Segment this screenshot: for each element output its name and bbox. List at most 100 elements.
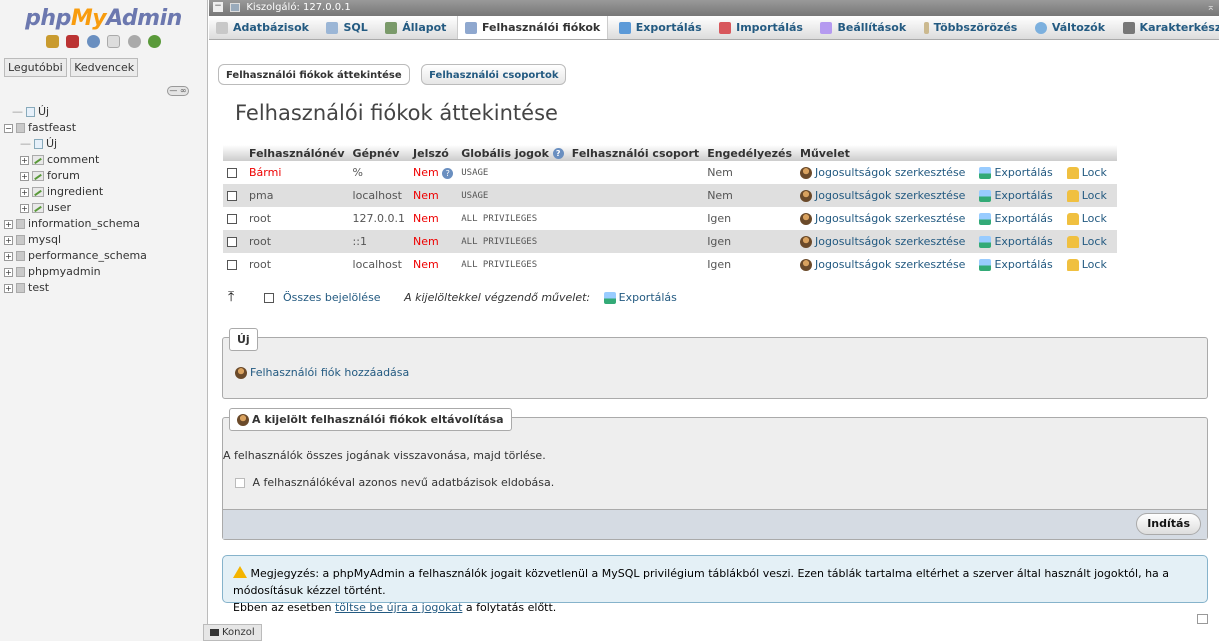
variables-icon [1034, 22, 1047, 34]
tree-item-test[interactable]: + test [0, 280, 208, 296]
expand-icon[interactable]: + [4, 283, 13, 293]
server-breadcrumb[interactable]: Kiszolgáló: 127.0.0.1 [246, 2, 350, 13]
check-all-label[interactable]: Összes bejelölése [283, 291, 381, 304]
export-link[interactable]: Exportálás [975, 253, 1063, 276]
privileges-cell: ALL PRIVILEGES [457, 207, 568, 230]
password-cell: Nem [409, 230, 458, 253]
edit-privileges-link[interactable]: Jogosultságok szerkesztése [796, 161, 976, 184]
menu-variables[interactable]: Változók [1028, 16, 1112, 39]
menu-status[interactable]: Állapot [378, 16, 453, 39]
console-bar[interactable]: Konzol [203, 624, 262, 641]
menu-user-accounts[interactable]: Felhasználói fiókok [456, 16, 609, 39]
lock-link[interactable]: Lock [1062, 207, 1117, 230]
tree-item-performance-schema[interactable]: + performance_schema [0, 248, 208, 264]
lock-icon [1066, 167, 1079, 179]
tree-item-information-schema[interactable]: + information_schema [0, 216, 208, 232]
export-link[interactable]: Exportálás [975, 230, 1063, 253]
database-icon [16, 123, 25, 133]
table-row: root localhost Nem ALL PRIVILEGES Igen J… [223, 253, 1117, 276]
group-cell [567, 253, 704, 276]
tree-item-phpmyadmin[interactable]: + phpmyadmin [0, 264, 208, 280]
row-checkbox[interactable] [227, 237, 237, 247]
logout-icon[interactable] [66, 34, 80, 48]
expand-icon[interactable]: + [4, 219, 13, 229]
with-selected-bar: ⤒ Összes bejelölése A kijelöltekkel végz… [228, 289, 677, 305]
export-link[interactable]: Exportálás [975, 161, 1063, 184]
export-selected-button[interactable]: Exportálás [603, 291, 677, 304]
drop-db-checkbox[interactable] [235, 478, 245, 488]
tree-item-ingredient[interactable]: + ingredient [0, 184, 208, 200]
docs-icon[interactable] [107, 34, 121, 48]
col-host[interactable]: Gépnév [348, 145, 410, 161]
tree-item-fastfeast[interactable]: − fastfeast [0, 120, 208, 136]
expand-icon[interactable]: + [20, 171, 29, 181]
reload-icon[interactable] [148, 34, 162, 48]
export-link[interactable]: Exportálás [975, 184, 1063, 207]
export-icon [979, 236, 992, 248]
user-accounts-table: Felhasználónév Gépnév Jelszó Globális jo… [223, 145, 1117, 276]
minimize-icon[interactable]: − [213, 2, 223, 12]
host-cell: 127.0.0.1 [348, 207, 410, 230]
menu-databases[interactable]: Adatbázisok [209, 16, 316, 39]
menu-import[interactable]: Importálás [712, 16, 810, 39]
collapse-icon[interactable]: − [4, 123, 13, 133]
col-global-privileges: Globális jogok ? [457, 145, 568, 161]
home-icon[interactable] [45, 34, 59, 48]
reload-privileges-link[interactable]: töltse be újra a jogokat [335, 601, 462, 614]
edit-privileges-link[interactable]: Jogosultságok szerkesztése [796, 253, 976, 276]
col-grant[interactable]: Engedélyezés [703, 145, 797, 161]
menu-export[interactable]: Exportálás [612, 16, 709, 39]
row-checkbox[interactable] [227, 260, 237, 270]
row-checkbox[interactable] [227, 191, 237, 201]
tree-item-user[interactable]: + user [0, 200, 208, 216]
tree-item-forum[interactable]: + forum [0, 168, 208, 184]
expand-icon[interactable]: + [20, 203, 29, 213]
edit-privileges-link[interactable]: Jogosultságok szerkesztése [796, 207, 976, 230]
console-icon [210, 628, 219, 636]
row-checkbox[interactable] [227, 168, 237, 178]
page-settings-icon[interactable] [1197, 614, 1208, 624]
lock-link[interactable]: Lock [1062, 161, 1117, 184]
help-icon[interactable]: ? [552, 148, 564, 159]
row-checkbox[interactable] [227, 214, 237, 224]
expand-icon[interactable]: + [4, 267, 13, 277]
tab-favorites[interactable]: Kedvencek [70, 58, 139, 77]
tree-item-comment[interactable]: + comment [0, 152, 208, 168]
menu-sql[interactable]: SQL [319, 16, 374, 39]
help-icon[interactable]: ? [442, 167, 454, 179]
lock-link[interactable]: Lock [1062, 253, 1117, 276]
lock-link[interactable]: Lock [1062, 230, 1117, 253]
settings-icon[interactable] [127, 34, 141, 48]
tab-recent[interactable]: Legutóbbi [4, 58, 67, 77]
expand-icon[interactable]: + [4, 235, 13, 245]
export-icon [979, 167, 992, 179]
collapse-all-button[interactable]: — ∞ [167, 86, 189, 96]
privileges-cell: ALL PRIVILEGES [457, 230, 568, 253]
check-all-checkbox[interactable] [263, 293, 274, 303]
menu-settings[interactable]: Beállítások [813, 16, 913, 39]
expand-icon[interactable]: + [4, 251, 13, 261]
export-link[interactable]: Exportálás [975, 207, 1063, 230]
collapse-top-icon[interactable]: ⌅ [1207, 0, 1215, 16]
edit-privileges-link[interactable]: Jogosultságok szerkesztése [796, 184, 976, 207]
tab-user-groups[interactable]: Felhasználói csoportok [421, 64, 567, 85]
go-button[interactable]: Indítás [1136, 513, 1201, 535]
menu-replication[interactable]: Többszörözés [917, 16, 1025, 39]
edit-privileges-link[interactable]: Jogosultságok szerkesztése [796, 230, 976, 253]
tree-item-new-db[interactable]: — Új [0, 104, 208, 120]
lock-link[interactable]: Lock [1062, 184, 1117, 207]
tree-item-mysql[interactable]: + mysql [0, 232, 208, 248]
expand-icon[interactable]: + [20, 187, 29, 197]
phpmyadmin-logo[interactable]: phpMyAdmin [0, 0, 207, 32]
expand-icon[interactable]: + [20, 155, 29, 165]
export-icon [979, 259, 992, 271]
col-user-group[interactable]: Felhasználói csoport [567, 145, 704, 161]
add-user-link[interactable]: Felhasználói fiók hozzáadása [235, 366, 409, 379]
col-username[interactable]: Felhasználónév [245, 145, 349, 161]
menu-charsets[interactable]: Karakterkészlet [1116, 16, 1219, 39]
help-icon[interactable] [86, 34, 100, 48]
col-password[interactable]: Jelszó [409, 145, 458, 161]
page-title: Felhasználói fiókok áttekintése [235, 101, 558, 125]
tree-item-new-table[interactable]: — Új [0, 136, 208, 152]
tab-user-accounts-overview[interactable]: Felhasználói fiókok áttekintése [218, 64, 410, 85]
